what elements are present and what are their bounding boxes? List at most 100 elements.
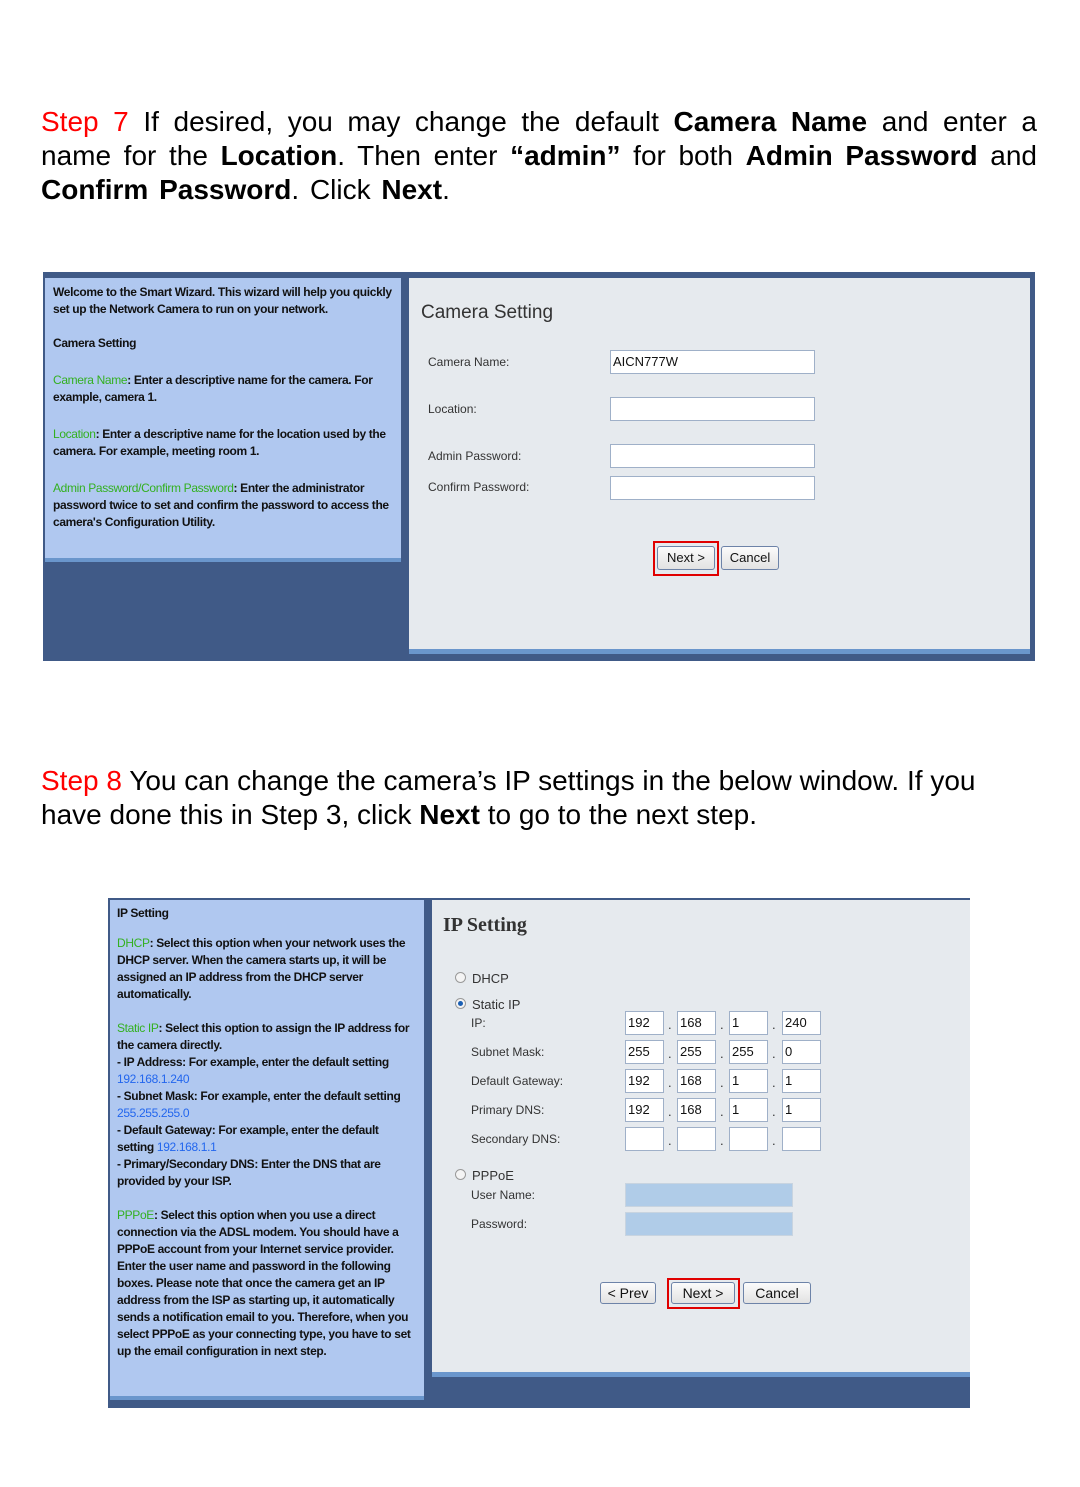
help-text: : Select this option when your network u… xyxy=(117,936,406,1001)
help-text: - IP Address: For example, enter the def… xyxy=(117,1055,389,1069)
emphasis-text: Confirm Password xyxy=(41,174,292,205)
camera-setting-form: Camera Setting Camera Name: AICN777W Loc… xyxy=(409,278,1030,654)
help-text: : Select this option to assign the IP ad… xyxy=(117,1021,410,1052)
help-item-password: Admin Password/Confirm Password: Enter t… xyxy=(53,480,393,531)
octet-separator: . xyxy=(720,1075,724,1090)
body-text: and xyxy=(977,140,1037,171)
emphasis-text: Location xyxy=(220,140,338,171)
emphasis-text: Camera Name xyxy=(673,106,868,137)
default-gateway-octet-4-input[interactable]: 1 xyxy=(782,1069,821,1093)
octet-separator: . xyxy=(668,1046,672,1061)
next-button[interactable]: Next > xyxy=(671,1282,735,1304)
default-gateway-octet-1-input[interactable]: 192 xyxy=(625,1069,664,1093)
ip-octet-1-input[interactable]: 192 xyxy=(625,1011,664,1035)
step-8-instructions: Step 8 You can change the camera’s IP se… xyxy=(41,764,1037,832)
secondary-dns-octet-2-input[interactable] xyxy=(677,1127,716,1151)
help-intro: Welcome to the Smart Wizard. This wizard… xyxy=(53,285,392,316)
radio-dhcp[interactable] xyxy=(455,972,466,983)
pppoe-password-input[interactable] xyxy=(625,1212,793,1236)
confirm-password-label: Confirm Password: xyxy=(428,480,530,494)
help-panel: Welcome to the Smart Wizard. This wizard… xyxy=(45,278,401,562)
pppoe-user-name-input[interactable] xyxy=(625,1183,793,1207)
camera-name-input[interactable]: AICN777W xyxy=(610,350,815,374)
help-text: : Select this option when you use a dire… xyxy=(117,1208,411,1358)
step-label: Step 8 xyxy=(41,765,122,796)
help-value: 192.168.1.1 xyxy=(156,1140,217,1154)
ip-octet-2-input[interactable]: 168 xyxy=(677,1011,716,1035)
option-label-static-ip[interactable]: Static IP xyxy=(472,997,520,1012)
help-term: Location xyxy=(53,427,96,441)
subnet-mask-label: Subnet Mask: xyxy=(471,1045,545,1059)
help-term: Camera Name xyxy=(53,373,128,387)
emphasis-text: Next xyxy=(419,799,480,830)
ip-setting-screenshot: IP Setting DHCP: Select this option when… xyxy=(108,898,970,1408)
primary-dns-octet-4-input[interactable]: 1 xyxy=(782,1098,821,1122)
secondary-dns-label: Secondary DNS: xyxy=(471,1132,561,1146)
secondary-dns-octet-4-input[interactable] xyxy=(782,1127,821,1151)
help-text: - Primary/Secondary DNS: Enter the DNS t… xyxy=(117,1157,381,1188)
form-title: IP Setting xyxy=(443,914,527,936)
admin-password-label: Admin Password: xyxy=(428,449,522,463)
radio-static-ip[interactable] xyxy=(455,998,466,1009)
primary-dns-label: Primary DNS: xyxy=(471,1103,545,1117)
form-title: Camera Setting xyxy=(421,302,554,323)
octet-separator: . xyxy=(668,1075,672,1090)
octet-separator: . xyxy=(668,1104,672,1119)
body-text: to go to the next step. xyxy=(479,799,757,830)
secondary-dns-octet-3-input[interactable] xyxy=(729,1127,768,1151)
help-term: PPPoE xyxy=(117,1208,154,1222)
subnet-mask-octet-4-input[interactable]: 0 xyxy=(782,1040,821,1064)
help-term: Admin Password/Confirm Password xyxy=(53,481,234,495)
camera-setting-screenshot: Welcome to the Smart Wizard. This wizard… xyxy=(43,272,1035,661)
octet-separator: . xyxy=(720,1104,724,1119)
help-panel: IP Setting DHCP: Select this option when… xyxy=(110,900,424,1400)
help-heading: Camera Setting xyxy=(53,336,137,350)
help-dhcp: DHCP: Select this option when your netwo… xyxy=(117,935,417,1003)
default-gateway-octet-3-input[interactable]: 1 xyxy=(729,1069,768,1093)
help-term: Static IP xyxy=(117,1021,159,1035)
primary-dns-octet-3-input[interactable]: 1 xyxy=(729,1098,768,1122)
subnet-mask-octet-3-input[interactable]: 255 xyxy=(729,1040,768,1064)
admin-password-input[interactable] xyxy=(610,444,815,468)
octet-separator: . xyxy=(720,1133,724,1148)
octet-separator: . xyxy=(772,1133,776,1148)
body-text: . Then enter xyxy=(337,140,511,171)
help-pppoe: PPPoE: Select this option when you use a… xyxy=(117,1207,417,1360)
confirm-password-input[interactable] xyxy=(610,476,815,500)
help-text: : Enter a descriptive name for the locat… xyxy=(53,427,386,458)
camera-name-label: Camera Name: xyxy=(428,355,510,369)
pppoe-user-name-label: User Name: xyxy=(471,1188,536,1202)
octet-separator: . xyxy=(772,1046,776,1061)
cancel-button[interactable]: Cancel xyxy=(721,546,779,570)
step-label: Step 7 xyxy=(41,106,129,137)
subnet-mask-octet-1-input[interactable]: 255 xyxy=(625,1040,664,1064)
radio-pppoe[interactable] xyxy=(455,1169,466,1180)
help-value: 255.255.255.0 xyxy=(117,1106,190,1120)
emphasis-text: “admin” xyxy=(510,140,621,171)
ip-octet-4-input[interactable]: 240 xyxy=(782,1011,821,1035)
octet-separator: . xyxy=(720,1046,724,1061)
primary-dns-octet-1-input[interactable]: 192 xyxy=(625,1098,664,1122)
subnet-mask-octet-2-input[interactable]: 255 xyxy=(677,1040,716,1064)
option-label-dhcp[interactable]: DHCP xyxy=(472,971,509,986)
ip-label: IP: xyxy=(471,1016,486,1030)
cancel-button[interactable]: Cancel xyxy=(743,1282,811,1304)
help-term: DHCP xyxy=(117,936,150,950)
help-heading: IP Setting xyxy=(117,906,169,920)
default-gateway-octet-2-input[interactable]: 168 xyxy=(677,1069,716,1093)
option-label-pppoe[interactable]: PPPoE xyxy=(472,1168,514,1183)
help-text: - Subnet Mask: For example, enter the de… xyxy=(117,1089,401,1103)
body-text: . xyxy=(442,174,450,205)
step-7-instructions: Step 7 If desired, you may change the de… xyxy=(41,105,1037,207)
next-button[interactable]: Next > xyxy=(657,546,715,570)
primary-dns-octet-2-input[interactable]: 168 xyxy=(677,1098,716,1122)
location-input[interactable] xyxy=(610,397,815,421)
prev-button[interactable]: < Prev xyxy=(600,1282,656,1304)
body-text: . Click xyxy=(291,174,382,205)
help-item-location: Location: Enter a descriptive name for t… xyxy=(53,426,393,460)
octet-separator: . xyxy=(720,1017,724,1032)
ip-octet-3-input[interactable]: 1 xyxy=(729,1011,768,1035)
body-text: If desired, you may change the default xyxy=(128,106,674,137)
help-value: 192.168.1.240 xyxy=(117,1072,190,1086)
secondary-dns-octet-1-input[interactable] xyxy=(625,1127,664,1151)
